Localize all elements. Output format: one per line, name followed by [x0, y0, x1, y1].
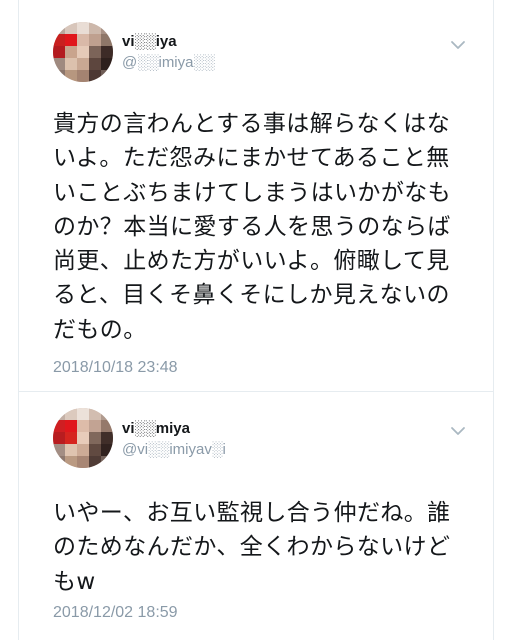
avatar[interactable] — [53, 22, 113, 82]
tweet-timestamp[interactable]: 2018/12/02 18:59 — [53, 604, 178, 622]
user-handle[interactable]: @░░imiya░░ — [122, 54, 215, 71]
user-handle[interactable]: @vi░░imiyav░i — [122, 441, 226, 458]
display-name[interactable]: vi░░iya — [122, 33, 177, 50]
tweet-text: いやー、お互い監視し合う仲だね。誰のためなんだか、全くわからないけどもw — [53, 500, 451, 595]
tweet-timestamp[interactable]: 2018/10/18 23:48 — [53, 359, 178, 377]
tweet-text: 貴方の言わんとする事は解らなくはないよ。ただ怨みにまかせてあること無いことぶちま… — [53, 111, 452, 343]
chevron-down-icon[interactable] — [447, 34, 469, 56]
tweet-timeline: vi░░iya @░░imiya░░ 貴方の言わんとする事は解らなくはないよ。た… — [18, 0, 494, 640]
tweet-card[interactable]: vi░░miya @vi░░imiyav░i いやー、お互い監視し合う仲だね。誰… — [19, 392, 493, 640]
chevron-down-icon[interactable] — [447, 420, 469, 442]
display-name[interactable]: vi░░miya — [122, 420, 190, 437]
tweet-card[interactable]: vi░░iya @░░imiya░░ 貴方の言わんとする事は解らなくはないよ。た… — [19, 0, 493, 392]
avatar[interactable] — [53, 408, 113, 468]
